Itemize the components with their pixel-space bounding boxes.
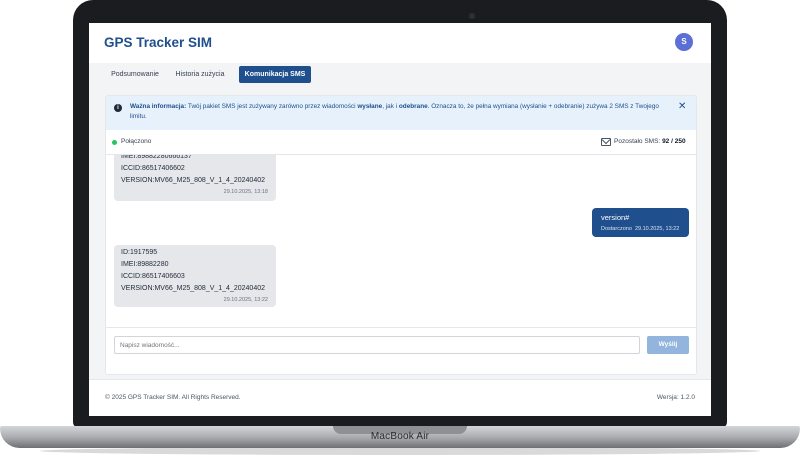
info-sent: wysłane (357, 103, 383, 110)
mail-icon (601, 138, 611, 146)
sms-remaining-value: 92 / 250 (662, 138, 686, 145)
info-heading: Ważna informacja: (130, 103, 187, 110)
main-content: Podsumowanie Historia zużycia Komunikacj… (89, 63, 711, 379)
message-line: IMEI:89882280666137 (121, 155, 192, 160)
message-time: 29.10.2025, 13:22 (223, 297, 268, 303)
message-text: version# (601, 213, 630, 222)
close-icon[interactable]: ✕ (678, 101, 686, 112)
camera-icon (469, 13, 475, 19)
outgoing-message: version# Dostarczono 29.10.2025, 13:22 (592, 208, 689, 237)
app-version: Wersja: 1.2.0 (656, 394, 695, 401)
message-input[interactable] (114, 336, 640, 354)
tab-usage-history[interactable]: Historia zużycia (167, 66, 233, 83)
footer: © 2025 GPS Tracker SIM. All Rights Reser… (89, 379, 711, 416)
message-time: 29.10.2025, 13:18 (223, 189, 268, 195)
message-line: VERSION:MV66_M25_808_V_1_4_20240402 (121, 285, 265, 292)
message-time: 29.10.2025, 13:22 (634, 226, 680, 232)
info-received: odebrane (398, 103, 428, 110)
connection-status-dot (112, 140, 117, 145)
incoming-message: IMEI:89882280666137 ICCID:86517406602 VE… (114, 155, 276, 201)
info-text-1: Twój pakiet SMS jest zużywany zarówno pr… (186, 103, 358, 110)
copyright: © 2025 GPS Tracker SIM. All Rights Reser… (105, 394, 241, 401)
sms-card: i Ważna informacja: Twój pakiet SMS jest… (105, 95, 697, 375)
device-label: MacBook Air (370, 431, 430, 442)
sms-remaining: Pozostało SMS: 92 / 250 (614, 138, 686, 145)
user-avatar[interactable]: S (675, 33, 693, 51)
app-title: GPS Tracker SIM (104, 35, 213, 50)
sms-remaining-label: Pozostało SMS: (614, 138, 661, 145)
info-banner: i Ważna informacja: Twój pakiet SMS jest… (106, 96, 696, 131)
message-list[interactable]: IMEI:89882280666137 ICCID:86517406602 VE… (106, 155, 696, 326)
top-bar: GPS Tracker SIM S (89, 23, 711, 64)
laptop-shadow (40, 447, 760, 455)
app-screen: GPS Tracker SIM S Podsumowanie Historia … (89, 23, 711, 416)
tab-sms[interactable]: Komunikacja SMS (239, 66, 311, 83)
message-line: IMEI:89882280 (121, 261, 169, 268)
compose-bar: Wyślij (106, 327, 696, 374)
info-text-2: , jak i (382, 103, 399, 110)
connection-status: Połączono (121, 138, 152, 145)
delivery-status: Dostarczono (601, 226, 632, 232)
message-meta: Dostarczono 29.10.2025, 13:22 (601, 226, 679, 232)
tab-summary[interactable]: Podsumowanie (105, 66, 165, 83)
message-line: ICCID:86517406602 (121, 165, 185, 172)
message-line: VERSION:MV66_M25_808_V_1_4_20240402 (121, 177, 265, 184)
incoming-message: ID:1917595 IMEI:89882280 ICCID:865174066… (114, 245, 276, 307)
info-icon: i (114, 104, 122, 112)
send-button[interactable]: Wyślij (647, 336, 689, 354)
info-text: Ważna informacja: Twój pakiet SMS jest z… (130, 102, 670, 122)
message-line: ID:1917595 (121, 249, 158, 256)
message-line: ICCID:86517406603 (121, 273, 185, 280)
status-bar: Połączono Pozostało SMS: 92 / 250 (106, 130, 696, 155)
